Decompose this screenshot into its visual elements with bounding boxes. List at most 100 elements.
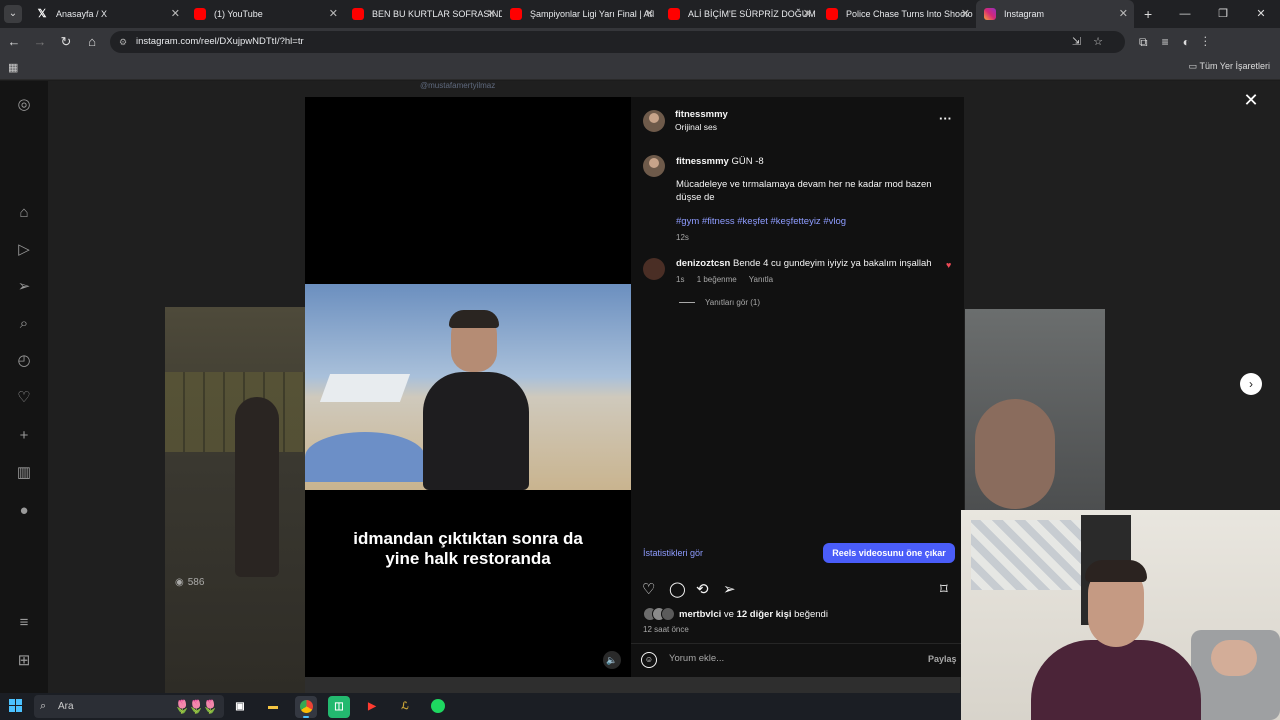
new-tab-button[interactable]: + <box>1144 6 1152 22</box>
view-insights-link[interactable]: İstatistikleri gör <box>643 548 703 558</box>
meta-apps-icon[interactable]: ⊞ <box>14 651 34 671</box>
comment-username[interactable]: denizoztcsn <box>676 258 730 269</box>
like-icon[interactable]: ♡ <box>642 580 655 598</box>
window-controls: — ❐ ✕ <box>1166 0 1280 28</box>
spotify-icon[interactable] <box>427 696 449 718</box>
league-icon[interactable]: ℒ <box>394 696 416 718</box>
close-icon[interactable]: ✕ <box>961 0 970 28</box>
avatar[interactable] <box>643 155 665 177</box>
search-icon[interactable]: ⌕ <box>14 314 34 334</box>
forward-icon[interactable]: → <box>28 30 52 54</box>
hashtags[interactable]: #gym #fitness #keşfet #keşfetteyiz #vlog <box>676 216 846 227</box>
windows-start-icon[interactable] <box>9 699 23 713</box>
dashboard-icon[interactable]: ▥ <box>14 463 34 483</box>
volume-icon[interactable]: 🔈 <box>603 651 621 669</box>
tab-youtube-video[interactable]: Şampiyonlar Ligi Yarı Final | Atl ✕ <box>502 0 660 28</box>
bookmark-star-icon[interactable]: ⇲☆ <box>1072 31 1115 53</box>
taskbar-search[interactable]: ⌕ Ara 🌷🌷🌷 <box>34 695 224 718</box>
repost-icon[interactable]: ⟲ <box>696 580 709 598</box>
reel-caption: idmandan çıktıktan sonra da yine halk re… <box>305 529 631 569</box>
comment-icon[interactable]: ◯ <box>669 580 686 598</box>
youtube-icon <box>510 8 522 20</box>
file-explorer-icon[interactable]: ▬ <box>262 696 284 718</box>
liked-heart-icon[interactable]: ♥ <box>946 260 951 270</box>
next-arrow-icon[interactable]: › <box>1240 373 1262 395</box>
close-icon[interactable]: ✕ <box>329 0 338 28</box>
close-icon[interactable]: ✕ <box>803 0 812 28</box>
media-player-icon[interactable]: ▶ <box>361 696 383 718</box>
home-icon[interactable]: ⌂ <box>80 30 104 54</box>
notifications-icon[interactable]: ♡ <box>14 388 34 408</box>
post-panel: fitnessmmy Orijinal ses ··· fitnessmmy G… <box>631 97 964 677</box>
save-icon[interactable]: ⌑ <box>940 580 948 598</box>
instagram-sidebar: ◎ ⌂ ▷ ➢ ⌕ ◴ ♡ + ▥ ● ≡ ⊞ <box>0 81 48 693</box>
comment-bar: ☺ Paylaş <box>631 643 964 677</box>
tab-instagram[interactable]: Instagram ✕ <box>976 0 1134 28</box>
avatar[interactable] <box>643 110 665 132</box>
chrome-icon[interactable] <box>295 696 317 718</box>
reels-icon[interactable]: ▷ <box>14 240 34 260</box>
minimize-icon[interactable]: — <box>1166 0 1204 28</box>
post-comment-button[interactable]: Paylaş <box>928 654 957 664</box>
view-replies[interactable]: Yanıtları gör (1) <box>679 298 760 307</box>
explore-icon[interactable]: ◴ <box>14 351 34 371</box>
reload-icon[interactable]: ↻ <box>54 30 78 54</box>
liker-username[interactable]: mertbvlci <box>679 609 721 620</box>
view-replies-label: Yanıtları gör (1) <box>705 298 760 307</box>
comment-likes[interactable]: 1 beğenme <box>697 275 737 284</box>
liked-by-connector: ve <box>723 609 734 620</box>
other-likers[interactable]: 12 diğer kişi <box>737 609 792 620</box>
address-bar[interactable]: ⚙ instagram.com/reel/DXujpwNDTtI/?hl=tr … <box>110 31 1125 53</box>
tab-youtube[interactable]: (1) YouTube ✕ <box>186 0 344 28</box>
tab-youtube-video[interactable]: Police Chase Turns Into Shooto ✕ <box>818 0 976 28</box>
post-username[interactable]: fitnessmmy <box>675 109 728 120</box>
restore-icon[interactable]: ❐ <box>1204 0 1242 28</box>
tab-title: Instagram <box>1004 9 1045 19</box>
menu-icon[interactable]: ≡ <box>14 613 34 633</box>
create-icon[interactable]: + <box>14 426 34 446</box>
audio-label[interactable]: Orijinal ses <box>675 122 717 132</box>
reel-caption-line: idmandan çıktıktan sonra da <box>353 529 583 548</box>
caption-time: 12s <box>676 233 689 242</box>
youtube-icon <box>826 8 838 20</box>
tab-title: (1) YouTube <box>214 9 263 19</box>
close-icon[interactable]: ✕ <box>645 0 654 28</box>
all-bookmarks[interactable]: ▭ Tüm Yer İşaretleri <box>1189 61 1270 72</box>
boost-reel-button[interactable]: Reels videosunu öne çıkar <box>823 543 955 563</box>
messages-icon[interactable]: ➢ <box>14 277 34 297</box>
tab-x[interactable]: 𝕏 Anasayfa / X ✕ <box>28 0 186 28</box>
apps-icon[interactable]: ▦ <box>8 61 18 74</box>
whatsapp-icon[interactable]: ◫ <box>328 696 350 718</box>
close-icon[interactable]: ✕ <box>1119 0 1128 28</box>
caption-username[interactable]: fitnessmmy <box>676 156 729 167</box>
task-view-icon[interactable]: ▣ <box>229 696 251 718</box>
home-icon[interactable]: ⌂ <box>14 203 34 223</box>
tab-youtube-video[interactable]: ALİ BİÇİM'E SÜRPRİZ DOĞUM G ✕ <box>660 0 818 28</box>
previous-reel-preview[interactable]: ◉ 586 <box>165 307 305 693</box>
reply-button[interactable]: Yanıtla <box>749 275 773 284</box>
tab-search-icon[interactable]: ⌄ <box>4 5 22 23</box>
back-icon[interactable]: ← <box>2 30 26 54</box>
close-icon[interactable]: ✕ <box>171 0 180 28</box>
instagram-icon <box>984 8 996 20</box>
comment-input[interactable] <box>669 653 909 664</box>
liked-by[interactable]: mertbvlci ve 12 diğer kişi beğendi <box>679 609 828 620</box>
more-options-icon[interactable]: ··· <box>939 111 952 126</box>
eye-icon: ◉ <box>175 577 184 588</box>
tab-youtube-video[interactable]: BEN BU KURTLAR SOFRASINDA ✕ <box>344 0 502 28</box>
emoji-icon[interactable]: ☺ <box>641 652 657 668</box>
site-info-icon[interactable]: ⚙ <box>119 31 127 53</box>
close-icon[interactable]: ✕ <box>487 0 496 28</box>
close-window-icon[interactable]: ✕ <box>1242 0 1280 28</box>
instagram-logo-icon[interactable]: ◎ <box>14 95 34 115</box>
extensions-icon[interactable]: ⧉≡◐⋮ <box>1139 35 1221 50</box>
x-icon: 𝕏 <box>37 8 47 20</box>
share-icon[interactable]: ➢ <box>723 580 736 598</box>
next-reel-preview[interactable] <box>965 309 1105 519</box>
bookmarks-bar: ▦ ▭ Tüm Yer İşaretleri <box>0 56 1280 80</box>
view-count: ◉ 586 <box>175 577 204 588</box>
close-icon[interactable]: ✕ <box>1240 89 1262 111</box>
reel-player[interactable]: idmandan çıktıktan sonra da yine halk re… <box>305 97 631 677</box>
avatar[interactable] <box>643 258 665 280</box>
profile-avatar[interactable]: ● <box>14 501 34 521</box>
